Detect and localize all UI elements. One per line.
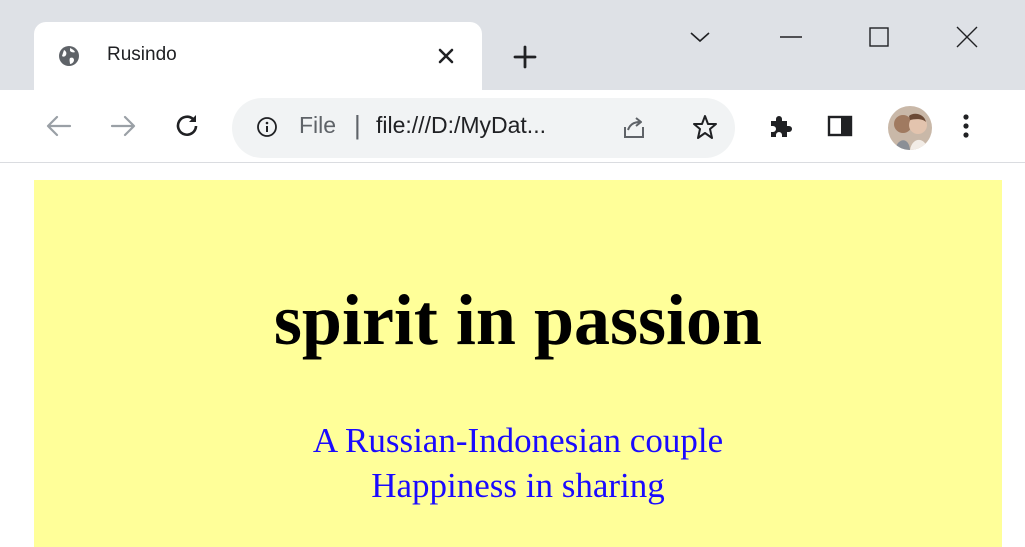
info-icon[interactable] [256,116,278,138]
arrow-right-icon[interactable] [108,111,138,141]
puzzle-icon[interactable] [766,112,794,140]
subtitle-line-1: A Russian-Indonesian couple [312,421,724,460]
url-text[interactable]: file:///D:/MyDat... [376,112,546,139]
tab-close-icon[interactable] [434,44,458,68]
tab-strip: Rusindo [0,0,1025,90]
page-heading: spirit in passion [273,280,763,360]
close-icon[interactable] [954,24,980,50]
plus-icon[interactable] [512,44,538,70]
tab-rusindo[interactable]: Rusindo [34,22,482,90]
minimize-icon[interactable] [778,26,804,48]
avatar[interactable] [888,106,932,150]
globe-icon [59,46,79,66]
toolbar: File | file:///D:/MyDat... [0,90,1025,163]
share-icon[interactable] [620,113,648,141]
kebab-menu-icon[interactable] [960,110,972,142]
subtitle-line-2: Happiness in sharing [371,466,665,505]
chevron-down-icon[interactable] [688,28,712,46]
star-icon[interactable] [691,113,719,141]
address-bar[interactable]: File | file:///D:/MyDat... [232,98,735,158]
side-panel-icon[interactable] [826,112,854,140]
maximize-icon[interactable] [866,24,892,50]
reload-icon[interactable] [172,111,202,141]
arrow-left-icon[interactable] [44,111,74,141]
profile-photo-icon [888,106,932,150]
page-banner: spirit in passion A Russian-Indonesian c… [34,180,1002,547]
file-chip-label: File [299,112,337,138]
chip-separator: | [354,110,361,140]
tab-title: Rusindo [107,44,177,65]
